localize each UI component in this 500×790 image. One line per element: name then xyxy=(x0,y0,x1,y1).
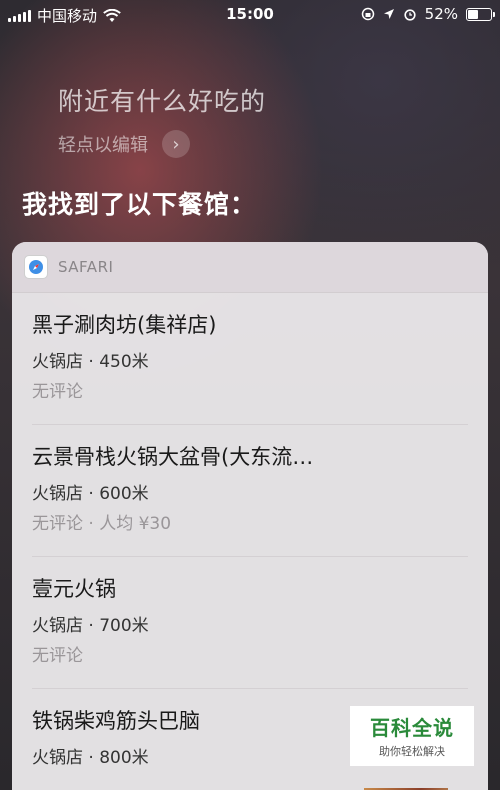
battery-icon xyxy=(466,7,495,21)
restaurant-name: 铁锅柴鸡筋头巴脑 xyxy=(32,709,200,733)
siri-answer: 我找到了以下餐馆： xyxy=(22,190,257,219)
card-header: SAFARI xyxy=(12,242,488,293)
restaurant-type-distance: 火锅店 · 700米 xyxy=(32,616,149,636)
result-item[interactable]: 壹元火锅 火锅店 · 700米 无评论 xyxy=(32,557,468,689)
restaurant-type-distance: 火锅店 · 800米 xyxy=(32,748,149,768)
restaurant-review: 无评论 xyxy=(32,382,83,402)
battery-percent: 52% xyxy=(424,5,458,23)
restaurant-name: 黑子涮肉坊(集祥店) xyxy=(32,313,217,337)
watermark-logo: 百科全说 助你轻松解决 xyxy=(350,706,474,766)
edit-hint[interactable]: 轻点以编辑 › xyxy=(58,130,190,158)
restaurant-review: 无评论 xyxy=(32,646,83,666)
result-item[interactable]: 黑子涮肉坊(集祥店) 火锅店 · 450米 无评论 xyxy=(32,293,468,425)
siri-query[interactable]: 附近有什么好吃的 xyxy=(58,82,266,118)
orientation-lock-icon xyxy=(361,7,374,21)
restaurant-review: 无评论 · 人均 ¥30 xyxy=(32,514,172,534)
result-item[interactable]: 云景骨栈火锅大盆骨(大东流… 火锅店 · 600米 无评论 · 人均 ¥30 xyxy=(32,425,468,557)
status-right: 52% xyxy=(361,5,495,23)
restaurant-name: 壹元火锅 xyxy=(32,577,116,601)
edit-hint-label: 轻点以编辑 xyxy=(58,135,148,156)
battery-fill xyxy=(468,9,478,19)
chevron-right-icon[interactable]: › xyxy=(162,130,190,158)
card-app-name: SAFARI xyxy=(58,258,114,276)
location-arrow-icon xyxy=(383,9,394,19)
watermark-subtitle: 助你轻松解决 xyxy=(379,745,445,758)
safari-icon xyxy=(24,255,48,279)
watermark-title: 百科全说 xyxy=(370,716,454,740)
restaurant-type-distance: 火锅店 · 600米 xyxy=(32,484,149,504)
status-bar: 中国移动 15:00 52% xyxy=(0,0,500,28)
restaurant-name: 云景骨栈火锅大盆骨(大东流… xyxy=(32,445,314,469)
restaurant-type-distance: 火锅店 · 450米 xyxy=(32,352,149,372)
alarm-icon xyxy=(404,9,416,21)
